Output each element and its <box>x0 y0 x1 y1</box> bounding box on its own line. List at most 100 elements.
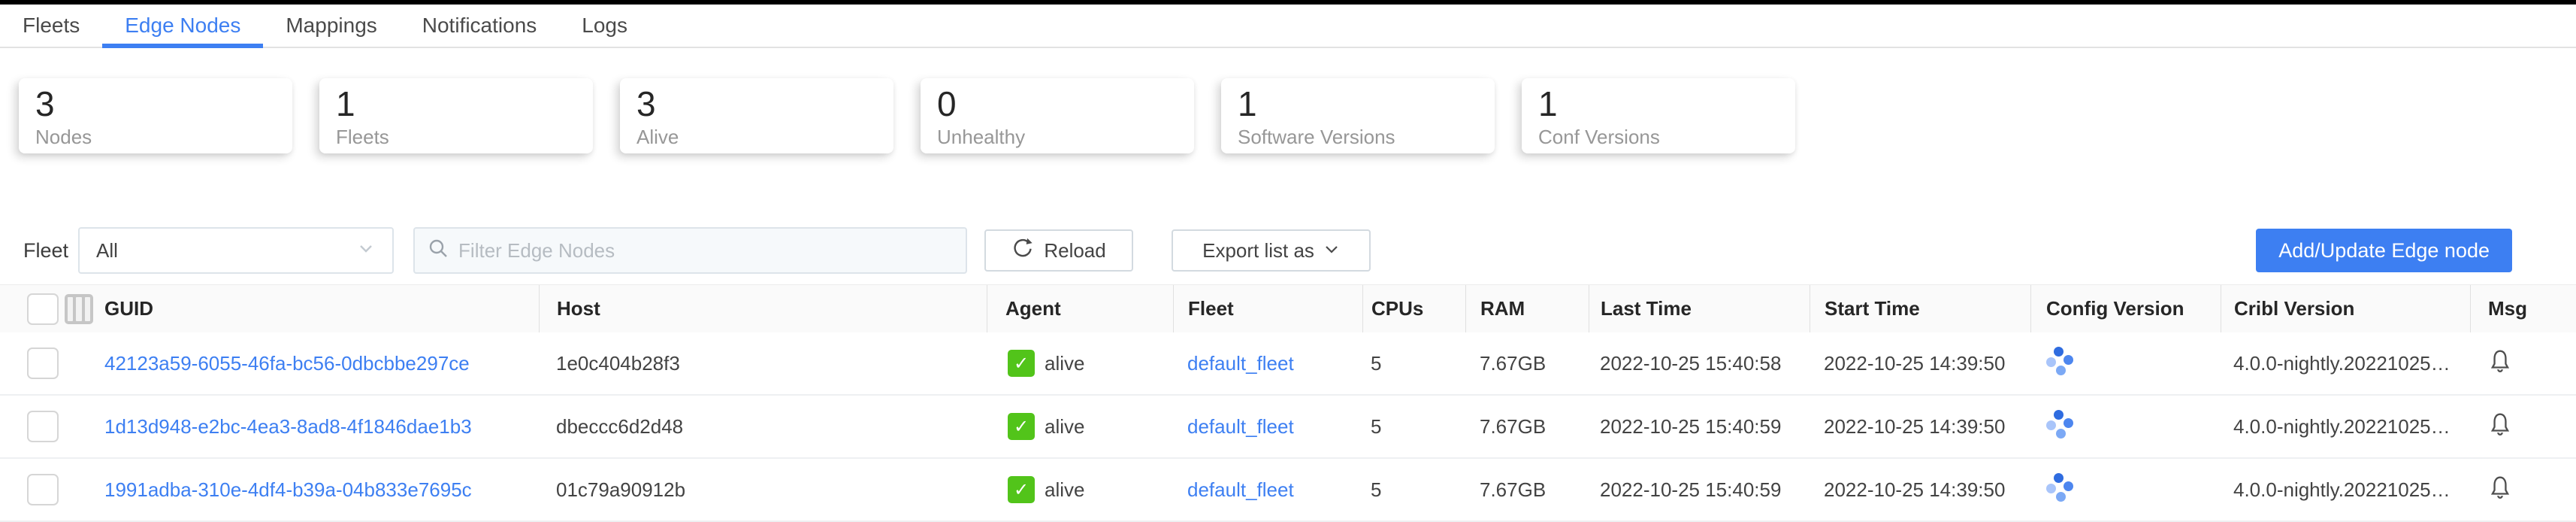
header-guid-cell: GUID <box>0 285 539 332</box>
last-time-cell: 2022-10-25 15:40:59 <box>1600 414 1782 438</box>
start-time-cell: 2022-10-25 14:39:50 <box>1824 351 2006 375</box>
add-update-edge-node-button[interactable]: Add/Update Edge node <box>2256 229 2512 272</box>
stat-value: 1 <box>1538 84 1558 123</box>
search-input[interactable] <box>458 238 954 263</box>
reload-button[interactable]: Reload <box>984 229 1134 272</box>
tab-logs[interactable]: Logs <box>559 5 650 47</box>
bell-icon[interactable] <box>2487 348 2513 374</box>
cribl-version-cell: 4.0.0-nightly.20221025… <box>2233 351 2451 375</box>
column-header-last-time: Last Time <box>1589 285 1810 332</box>
alive-check-icon: ✓ <box>1008 476 1035 503</box>
msg-cell <box>2470 348 2576 379</box>
stat-card-conf-versions: 1 Conf Versions <box>1522 78 1795 153</box>
msg-cell <box>2470 411 2576 442</box>
stat-value: 3 <box>35 84 55 123</box>
loading-spinner-icon <box>2045 346 2074 375</box>
fleet-link[interactable]: default_fleet <box>1187 478 1294 501</box>
toolbar: Fleet All Reload Export list as Add/Upda… <box>0 227 2576 274</box>
stat-value: 1 <box>1238 84 1257 123</box>
config-version-cell <box>2030 409 2221 444</box>
guid-cell: 1991adba-310e-4df4-b39a-04b833e7695c <box>0 474 539 505</box>
cribl-version-cell: 4.0.0-nightly.20221025… <box>2233 414 2451 438</box>
config-version-cell <box>2030 472 2221 507</box>
row-checkbox[interactable] <box>27 474 59 505</box>
row-checkbox[interactable] <box>27 411 59 442</box>
agent-status-text: alive <box>1045 414 1085 438</box>
tab-fleets[interactable]: Fleets <box>0 5 102 47</box>
row-checkbox[interactable] <box>27 347 59 379</box>
stat-label: Alive <box>636 125 679 148</box>
tab-bar: Fleets Edge Nodes Mappings Notifications… <box>0 5 2576 48</box>
start-time-cell: 2022-10-25 14:39:50 <box>1824 478 2006 501</box>
ram-cell: 7.67GB <box>1480 478 1547 501</box>
ram-cell: 7.67GB <box>1480 414 1547 438</box>
fleet-cell: default_fleet <box>1173 478 1362 502</box>
chevron-down-icon <box>1323 239 1340 263</box>
agent-cell: ✓ alive <box>987 476 1173 503</box>
config-version-cell <box>2030 346 2221 381</box>
table-row: 1d13d948-e2bc-4ea3-8ad8-4f1846dae1b3 dbe… <box>0 396 2576 459</box>
guid-cell: 42123a59-6055-46fa-bc56-0dbcbbe297ce <box>0 347 539 379</box>
agent-cell: ✓ alive <box>987 413 1173 440</box>
tab-notifications[interactable]: Notifications <box>400 5 560 47</box>
alive-check-icon: ✓ <box>1008 350 1035 377</box>
column-header-msg: Msg <box>2470 285 2576 332</box>
tab-edge-nodes[interactable]: Edge Nodes <box>102 5 264 48</box>
host-cell: 1e0c404b28f3 <box>556 351 680 375</box>
loading-spinner-icon <box>2045 472 2074 502</box>
fleet-cell: default_fleet <box>1173 415 1362 439</box>
fleet-filter-label: Fleet <box>23 238 69 262</box>
column-header-cribl-version: Cribl Version <box>2221 285 2470 332</box>
column-header-start-time: Start Time <box>1810 285 2030 332</box>
fleet-select[interactable]: All <box>78 227 395 274</box>
column-header-guid: GUID <box>104 297 153 320</box>
bell-icon[interactable] <box>2487 475 2513 500</box>
last-time-cell: 2022-10-25 15:40:59 <box>1600 478 1782 501</box>
table-row: 42123a59-6055-46fa-bc56-0dbcbbe297ce 1e0… <box>0 332 2576 396</box>
cpus-cell: 5 <box>1371 351 1382 375</box>
stat-card-fleets: 1 Fleets <box>319 78 593 153</box>
cpus-cell: 5 <box>1371 478 1382 501</box>
start-time-cell: 2022-10-25 14:39:50 <box>1824 414 2006 438</box>
last-time-cell: 2022-10-25 15:40:58 <box>1600 351 1782 375</box>
export-list-button[interactable]: Export list as <box>1172 229 1371 272</box>
bell-icon[interactable] <box>2487 411 2513 437</box>
fleet-select-value: All <box>96 238 118 262</box>
search-icon <box>427 237 449 265</box>
guid-link[interactable]: 1991adba-310e-4df4-b39a-04b833e7695c <box>104 478 472 502</box>
reload-button-label: Reload <box>1044 238 1106 262</box>
host-cell: dbeccc6d2d48 <box>556 414 684 438</box>
tab-mappings[interactable]: Mappings <box>263 5 399 47</box>
loading-spinner-icon <box>2045 409 2074 439</box>
search-box <box>413 227 968 274</box>
select-all-checkbox[interactable] <box>27 293 59 325</box>
stat-value: 3 <box>636 84 656 123</box>
columns-settings-icon[interactable] <box>65 293 93 324</box>
agent-cell: ✓ alive <box>987 350 1173 377</box>
stat-cards-row: 3 Nodes 1 Fleets 3 Alive 0 Unhealthy 1 S… <box>0 78 2576 153</box>
stat-label: Conf Versions <box>1538 125 1660 148</box>
stat-card-software-versions: 1 Software Versions <box>1221 78 1495 153</box>
guid-link[interactable]: 42123a59-6055-46fa-bc56-0dbcbbe297ce <box>104 352 470 375</box>
ram-cell: 7.67GB <box>1480 351 1547 375</box>
fleet-link[interactable]: default_fleet <box>1187 352 1294 375</box>
export-button-label: Export list as <box>1202 238 1314 262</box>
reload-icon <box>1011 237 1034 265</box>
stat-card-unhealthy: 0 Unhealthy <box>921 78 1194 153</box>
table-header-row: GUID Host Agent Fleet CPUs RAM Last Time… <box>0 284 2576 332</box>
column-header-fleet: Fleet <box>1173 285 1362 332</box>
chevron-down-icon <box>356 238 376 263</box>
column-header-cpus: CPUs <box>1362 285 1465 332</box>
column-header-ram: RAM <box>1465 285 1589 332</box>
stat-label: Unhealthy <box>937 125 1026 148</box>
fleet-link[interactable]: default_fleet <box>1187 415 1294 438</box>
agent-status-text: alive <box>1045 478 1085 501</box>
stat-label: Fleets <box>336 125 389 148</box>
guid-link[interactable]: 1d13d948-e2bc-4ea3-8ad8-4f1846dae1b3 <box>104 415 472 439</box>
msg-cell <box>2470 475 2576 505</box>
stat-value: 0 <box>937 84 957 123</box>
alive-check-icon: ✓ <box>1008 413 1035 440</box>
guid-cell: 1d13d948-e2bc-4ea3-8ad8-4f1846dae1b3 <box>0 411 539 442</box>
fleet-cell: default_fleet <box>1173 352 1362 375</box>
stat-card-nodes: 3 Nodes <box>19 78 292 153</box>
